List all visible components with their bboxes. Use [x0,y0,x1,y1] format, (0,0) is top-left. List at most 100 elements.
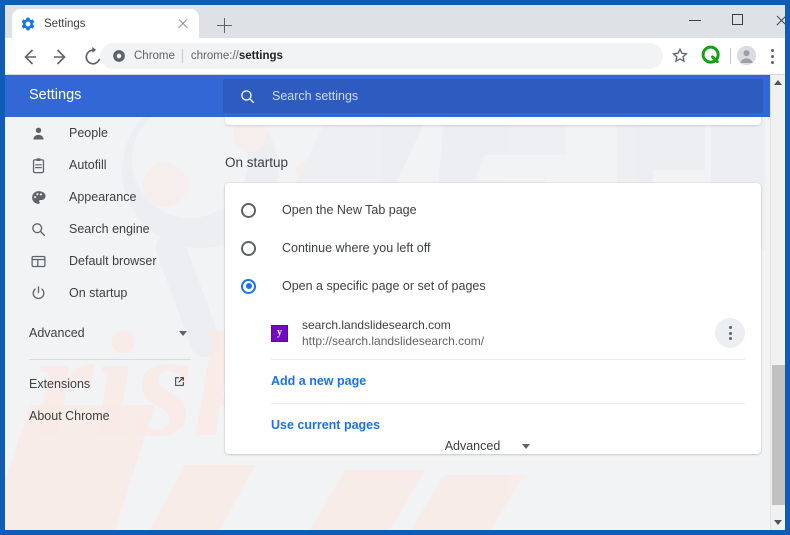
menu-dot-3 [771,61,774,64]
avatar-icon [736,45,757,66]
menu-dot-2 [771,55,774,58]
new-tab-button[interactable] [210,13,238,37]
sidebar-item-extensions[interactable]: Extensions [5,368,205,400]
sidebar-label-extensions: Extensions [29,377,172,391]
startup-page-name: search.landslidesearch.com [302,317,715,333]
sidebar-label-search-engine: Search engine [69,222,150,236]
sidebar-label-advanced: Advanced [29,326,179,340]
clipboard-icon [29,156,47,174]
sidebar-label-autofill: Autofill [69,158,107,172]
back-button[interactable] [15,43,43,71]
sidebar-label-people: People [69,126,108,140]
chevron-down-icon [179,331,187,336]
tab-title: Settings [44,18,175,30]
window-maximize-button[interactable] [717,5,760,34]
add-new-page-row: Add a new page [271,360,745,404]
search-icon [239,88,256,105]
menu-dot-2 [729,332,732,335]
sidebar-item-default-browser[interactable]: Default browser [5,245,205,277]
browser-toolbar: Chrome chrome://settings [5,38,785,75]
search-settings-input[interactable]: Search settings [223,79,763,113]
sidebar-label-on-startup: On startup [69,286,127,300]
chevron-up-icon [774,80,782,85]
address-bar[interactable]: Chrome chrome://settings [100,43,663,69]
startup-page-text: search.landslidesearch.com http://search… [302,317,715,349]
radio-icon-new-tab[interactable] [241,203,256,218]
q-letter-icon [701,45,722,66]
settings-title: Settings [29,87,81,103]
settings-page: risk.com Settings Search settings [5,75,785,530]
minimize-icon [689,20,701,21]
browser-window: Settings [0,0,790,535]
person-icon [29,124,47,142]
external-link-icon [172,374,187,394]
security-chip-label: Chrome [134,50,175,62]
urlbar-divider [182,49,183,63]
chevron-down-icon [522,444,530,449]
sidebar-label-about-chrome: About Chrome [29,409,187,423]
tab-strip: Settings [5,5,785,38]
bookmark-star-icon[interactable] [668,44,692,68]
settings-content: On startup Open the New Tab page Continu… [205,117,770,530]
sidebar-item-advanced[interactable]: Advanced [5,317,205,349]
favicon-glyph: y [277,328,282,338]
advanced-expand-button[interactable]: Advanced [205,439,770,453]
scrollbar-up-button[interactable] [771,75,785,90]
extension-icon-q[interactable] [701,45,722,66]
startup-page-url: http://search.landslidesearch.com/ [302,333,715,349]
menu-dot-1 [729,326,732,329]
use-current-pages-link[interactable]: Use current pages [271,418,380,432]
power-icon [29,284,47,302]
menu-dot-1 [771,49,774,52]
radio-option-specific-page[interactable]: Open a specific page or set of pages [225,267,761,305]
sidebar-item-on-startup[interactable]: On startup [5,277,205,309]
sidebar-item-appearance[interactable]: Appearance [5,181,205,213]
scrollbar-down-button[interactable] [771,515,785,530]
sidebar-divider [29,359,191,360]
window-close-button[interactable] [760,5,790,34]
tab-settings[interactable]: Settings [12,9,199,38]
radio-icon-continue[interactable] [241,241,256,256]
sidebar-item-people[interactable]: People [5,117,205,149]
page-scrollbar[interactable] [770,75,785,530]
browser-window-icon [29,252,47,270]
profile-avatar[interactable] [736,45,757,66]
search-settings-placeholder: Search settings [272,89,358,103]
search-icon [29,220,47,238]
advanced-expand-label: Advanced [445,439,501,453]
url-scheme: chrome:// [191,50,239,62]
sidebar-item-about-chrome[interactable]: About Chrome [5,400,205,432]
gear-icon [20,16,36,32]
sidebar-label-appearance: Appearance [69,190,136,204]
startup-page-row: y search.landslidesearch.com http://sear… [271,309,745,360]
url-path: settings [239,50,283,62]
url-text: chrome://settings [191,50,283,62]
toolbar-divider [730,48,731,64]
back-arrow-icon [15,43,43,71]
sidebar-item-search-engine[interactable]: Search engine [5,213,205,245]
settings-sidebar: People Autofill [5,117,205,530]
menu-dot-3 [729,337,732,340]
tab-close-icon[interactable] [175,16,191,32]
chrome-menu-button[interactable] [764,45,780,67]
window-minimize-button[interactable] [674,5,717,34]
add-new-page-link[interactable]: Add a new page [271,374,366,388]
startup-page-menu-button[interactable] [715,318,745,348]
radio-option-new-tab[interactable]: Open the New Tab page [225,191,761,229]
radio-icon-specific-page[interactable] [241,279,256,294]
radio-option-continue[interactable]: Continue where you left off [225,229,761,267]
sidebar-item-autofill[interactable]: Autofill [5,149,205,181]
site-favicon-icon: y [271,325,288,342]
star-icon [668,44,692,68]
sidebar-label-default-browser: Default browser [69,254,157,268]
use-current-pages-row: Use current pages [271,404,745,440]
chevron-down-icon [774,520,782,525]
radio-label-specific-page: Open a specific page or set of pages [282,279,486,293]
settings-header-bar: Settings Search settings [5,75,785,117]
maximize-icon [732,14,743,25]
chrome-logo-icon [112,49,126,63]
radio-label-continue: Continue where you left off [282,241,430,255]
on-startup-card: Open the New Tab page Continue where you… [225,183,761,454]
forward-button[interactable] [47,43,75,71]
scrollbar-thumb[interactable] [772,365,785,505]
